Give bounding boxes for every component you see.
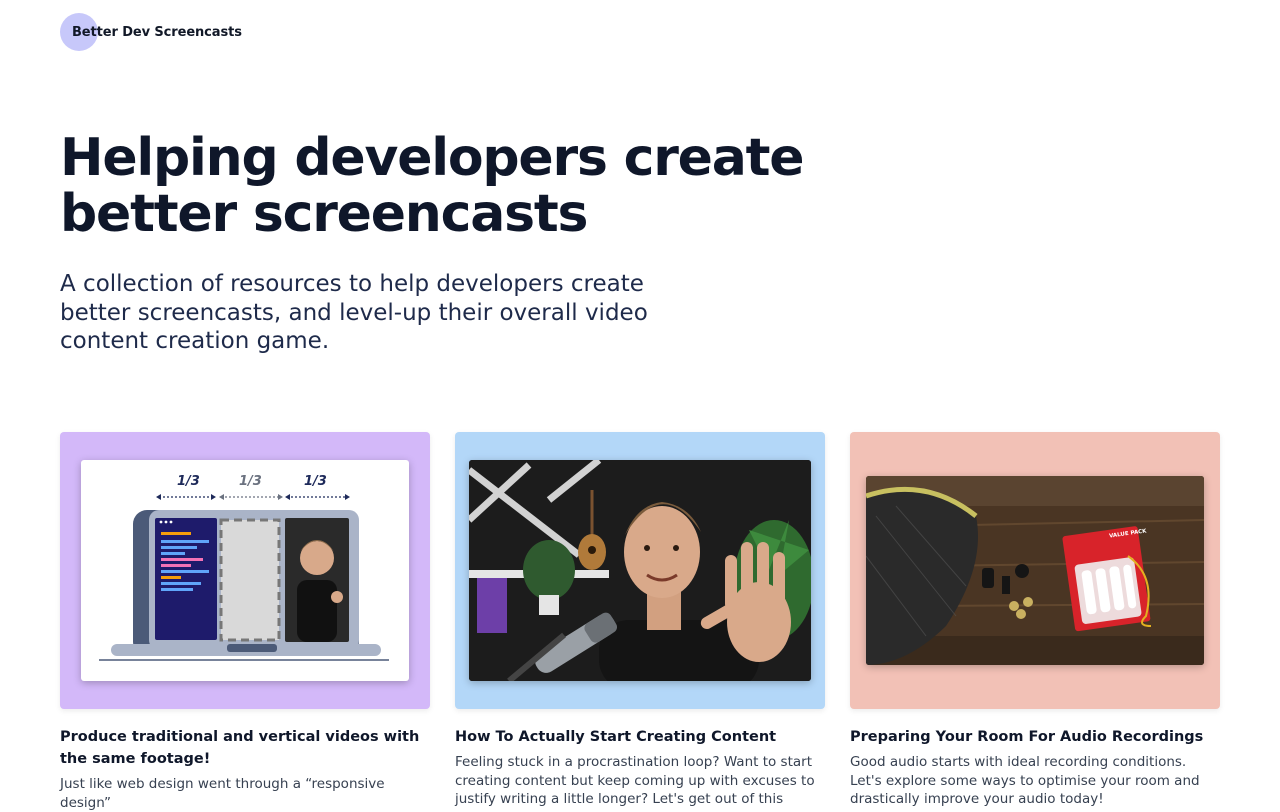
- fraction-label-middle: 1/3: [239, 474, 262, 489]
- article-grid: 1/3 1/3 1/3 Produce traditional and vert…: [60, 432, 1220, 812]
- card-image-room-audio: VALUE PACK: [850, 432, 1220, 709]
- hero: Helping developers create better screenc…: [60, 130, 880, 242]
- card-excerpt: Good audio starts with ideal recording c…: [850, 754, 1200, 807]
- site-header: Better Dev Screencasts: [60, 13, 242, 51]
- card-title: How To Actually Start Creating Content: [455, 729, 777, 745]
- page-title-line2: better screencasts: [60, 184, 588, 244]
- card-image-start-creating: [455, 432, 825, 709]
- article-card-vertical-videos[interactable]: 1/3 1/3 1/3 Produce traditional and vert…: [60, 432, 430, 812]
- laptop-illustration: 1/3 1/3 1/3: [81, 460, 409, 681]
- page-title: Helping developers create better screenc…: [60, 130, 880, 242]
- card-title: Produce traditional and vertical videos …: [60, 729, 420, 767]
- page-title-line1: Helping developers create: [60, 128, 805, 188]
- card-excerpt: Feeling stuck in a procrastination loop?…: [455, 754, 815, 807]
- hero-subtitle: A collection of resources to help develo…: [60, 271, 648, 354]
- site-logo-link[interactable]: Better Dev Screencasts: [72, 25, 242, 40]
- audio-supplies-photo: VALUE PACK: [866, 476, 1204, 665]
- fraction-label-right: 1/3: [304, 474, 327, 489]
- card-image-vertical-videos: 1/3 1/3 1/3: [60, 432, 430, 709]
- fraction-label-left: 1/3: [177, 474, 200, 489]
- article-card-start-creating[interactable]: How To Actually Start Creating Content F…: [455, 432, 825, 812]
- presenter-photo: [469, 460, 811, 681]
- article-card-room-audio[interactable]: VALUE PACK Preparing Your Room For Audio…: [850, 432, 1220, 812]
- card-title: Preparing Your Room For Audio Recordings: [850, 729, 1204, 745]
